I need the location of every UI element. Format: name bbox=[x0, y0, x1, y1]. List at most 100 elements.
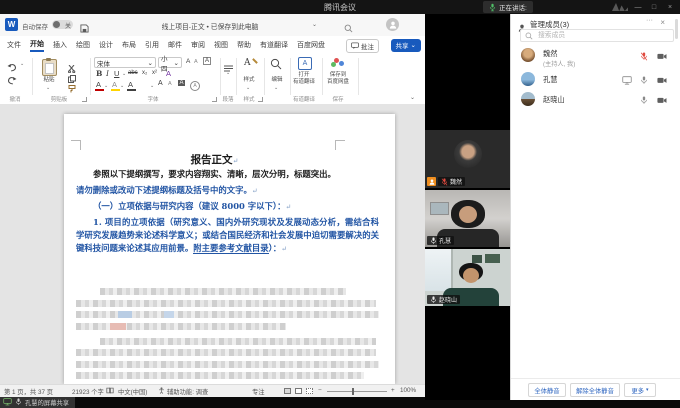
maximize-button[interactable]: □ bbox=[648, 1, 660, 13]
tab-mailings[interactable]: 邮件 bbox=[168, 40, 182, 50]
strikethrough-button[interactable]: abc bbox=[128, 70, 138, 76]
superscript-button[interactable]: x² bbox=[152, 70, 157, 76]
word-count[interactable]: 21923 个字 bbox=[72, 387, 104, 396]
video-tile-konghui[interactable]: 孔慧 bbox=[425, 190, 510, 247]
styles-chevron-icon: ⌄ bbox=[246, 85, 250, 91]
zoom-out-button[interactable]: − bbox=[318, 387, 322, 394]
search-input[interactable] bbox=[536, 31, 669, 40]
document-page[interactable]: 报告正文↵ 参照以下提纲撰写，要求内容翔实、清晰，层次分明，标题突出。 请勿删除… bbox=[64, 114, 395, 384]
share-button[interactable]: 共享 ⌄ bbox=[391, 39, 421, 52]
mic-icon[interactable] bbox=[639, 95, 649, 105]
mic-muted-icon[interactable] bbox=[639, 51, 649, 61]
hidden-format-button[interactable]: A bbox=[168, 81, 172, 87]
collapse-ribbon-icon[interactable]: ⌄ bbox=[410, 94, 415, 101]
zoom-in-button[interactable]: + bbox=[391, 387, 395, 394]
user-avatar[interactable] bbox=[386, 18, 399, 31]
accessibility-icon[interactable] bbox=[158, 387, 165, 396]
mic-active-icon bbox=[489, 3, 496, 12]
page-indicator[interactable]: 第 1 页，共 37 页 bbox=[4, 387, 53, 396]
member-row[interactable]: 赵晓山 bbox=[511, 92, 680, 112]
subscript-button[interactable]: x₂ bbox=[142, 70, 147, 76]
phonetic-guide-button[interactable]: A bbox=[166, 69, 171, 78]
italic-button[interactable]: I bbox=[106, 69, 109, 78]
proofing-icon[interactable] bbox=[106, 387, 114, 396]
zoom-level[interactable]: 100% bbox=[400, 387, 416, 394]
font-size-chevron-icon: ⌄ bbox=[174, 59, 179, 67]
avatar bbox=[521, 92, 535, 106]
text-effects-button[interactable]: A bbox=[128, 80, 133, 89]
read-mode-icon[interactable] bbox=[284, 388, 291, 394]
change-case-chevron-icon[interactable]: ⌄ bbox=[150, 83, 154, 89]
close-window-button[interactable]: × bbox=[664, 1, 676, 13]
scrollbar-thumb[interactable] bbox=[675, 19, 678, 39]
minimize-button[interactable]: — bbox=[632, 1, 644, 13]
comments-button[interactable]: 批注 bbox=[346, 39, 379, 53]
redacted-chip-blue bbox=[118, 311, 132, 318]
member-row[interactable]: 孔慧 bbox=[511, 72, 680, 92]
shrink-font-button[interactable]: A bbox=[194, 59, 198, 65]
tab-view[interactable]: 视图 bbox=[214, 40, 228, 50]
print-layout-icon[interactable] bbox=[295, 388, 302, 394]
tab-draw[interactable]: 绘图 bbox=[76, 40, 90, 50]
doc-paragraph-warning: 请勿删除或改动下述提纲标题及括号中的文字。↵ bbox=[76, 184, 379, 197]
more-button[interactable]: 更多 ▾ bbox=[624, 383, 656, 397]
tab-design[interactable]: 设计 bbox=[99, 40, 113, 50]
video-tile-weiran[interactable]: 魏然 bbox=[425, 130, 510, 188]
title-chevron-icon[interactable]: ⌄ bbox=[312, 21, 317, 28]
document-title-bar[interactable]: 线上项目-正文 • 已保存到此电脑 bbox=[110, 21, 310, 31]
tab-file[interactable]: 文件 bbox=[7, 40, 21, 50]
font-color-chevron-icon[interactable]: ⌄ bbox=[104, 83, 108, 89]
enclose-char-button[interactable]: A bbox=[190, 81, 200, 91]
font-color-button[interactable]: A bbox=[96, 80, 101, 89]
zoom-slider-track[interactable] bbox=[327, 391, 387, 392]
tab-home[interactable]: 开始 bbox=[30, 39, 44, 52]
accessibility-status[interactable]: 辅助功能: 调查 bbox=[167, 387, 208, 396]
mic-icon[interactable] bbox=[639, 75, 649, 85]
document-canvas[interactable]: 报告正文↵ 参照以下提纲撰写，要求内容翔实、清晰，层次分明，标题突出。 请勿删除… bbox=[0, 104, 425, 384]
tab-baidu[interactable]: 百度网盘 bbox=[297, 40, 325, 50]
panel-close-button[interactable]: × bbox=[660, 18, 665, 27]
screen-share-icon[interactable] bbox=[622, 75, 632, 85]
tab-layout[interactable]: 布局 bbox=[122, 40, 136, 50]
camera-icon[interactable] bbox=[657, 75, 667, 85]
bold-button[interactable]: B bbox=[96, 69, 102, 78]
video-tile-zhaoxiaoshan[interactable]: 赵晓山 bbox=[425, 249, 510, 306]
tab-youdao[interactable]: 有道翻译 bbox=[260, 40, 288, 50]
tab-help[interactable]: 帮助 bbox=[237, 40, 251, 50]
word-statusbar: 第 1 页，共 37 页 21923 个字 中文(中国) 辅助功能: 调查 专注… bbox=[0, 384, 425, 397]
highlight-button[interactable]: A bbox=[112, 80, 117, 89]
paragraph-chevron-icon[interactable]: ⌄ bbox=[226, 70, 230, 76]
member-search[interactable] bbox=[520, 29, 674, 42]
screen-share-indicator[interactable]: 孔慧的屏幕共享 bbox=[0, 396, 75, 408]
char-border-button[interactable]: A bbox=[203, 57, 211, 65]
redacted-text-area bbox=[76, 288, 379, 392]
camera-icon[interactable] bbox=[657, 95, 667, 105]
language-indicator[interactable]: 中文(中国) bbox=[118, 387, 147, 396]
styles-dialog-launcher[interactable] bbox=[258, 97, 263, 102]
tab-insert[interactable]: 插入 bbox=[53, 40, 67, 50]
autosave-toggle[interactable]: 关 bbox=[52, 20, 73, 29]
highlight-chevron-icon[interactable]: ⌄ bbox=[120, 83, 124, 89]
member-row[interactable]: 魏然 (主持人, 我) bbox=[511, 48, 680, 70]
focus-mode-button[interactable]: 专注 bbox=[252, 387, 265, 396]
font-dialog-launcher[interactable] bbox=[212, 97, 217, 102]
font-name-select[interactable]: 宋体 ⌄ bbox=[94, 57, 156, 68]
clear-format-button[interactable]: A bbox=[158, 80, 163, 87]
font-size-select[interactable]: 小四 ⌄ bbox=[158, 57, 182, 68]
clipboard-dialog-launcher[interactable] bbox=[82, 97, 87, 102]
mute-all-button[interactable]: 全体静音 bbox=[528, 383, 566, 397]
underline-chevron-icon[interactable]: ⌄ bbox=[122, 71, 126, 77]
web-layout-icon[interactable] bbox=[306, 388, 313, 394]
redo-icon[interactable] bbox=[7, 72, 17, 90]
panel-more-button[interactable]: ··· bbox=[646, 17, 653, 24]
share-banner-label: 孔慧的屏幕共享 bbox=[25, 398, 69, 407]
underline-button[interactable]: U bbox=[114, 69, 119, 78]
unmute-all-button[interactable]: 解除全体静音 bbox=[570, 383, 620, 397]
char-shading-button[interactable]: A bbox=[178, 80, 185, 86]
tab-references[interactable]: 引用 bbox=[145, 40, 159, 50]
zoom-slider-thumb[interactable] bbox=[352, 388, 354, 395]
tab-review[interactable]: 审阅 bbox=[191, 40, 205, 50]
camera-icon[interactable] bbox=[657, 51, 667, 61]
grow-font-button[interactable]: A bbox=[186, 58, 190, 65]
undo-chevron-icon[interactable]: ⌄ bbox=[20, 61, 24, 67]
